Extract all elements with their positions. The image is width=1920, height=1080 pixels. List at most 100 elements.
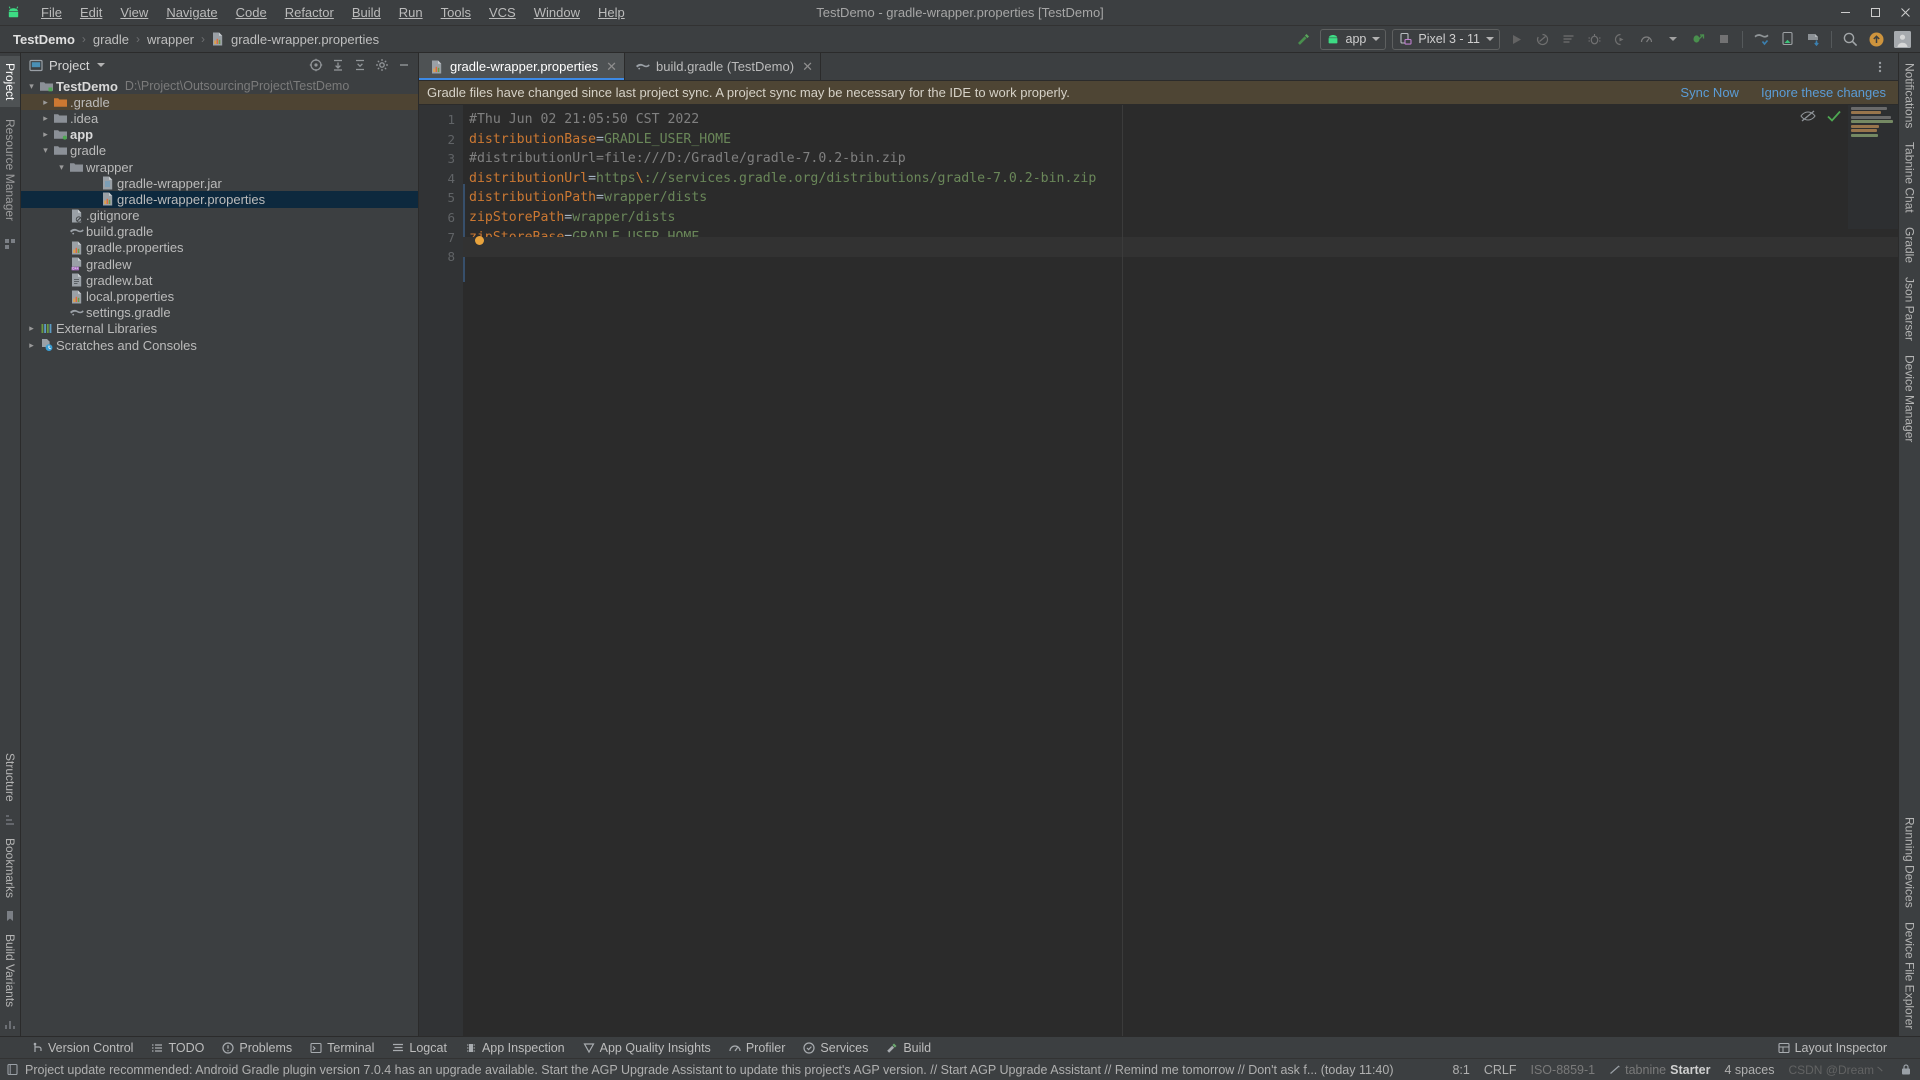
indent-setting[interactable]: 4 spaces [1724, 1063, 1774, 1077]
sidebar-item-json-parser[interactable]: Json Parser [1900, 270, 1920, 348]
menu-edit[interactable]: Edit [71, 2, 111, 23]
search-icon[interactable] [1838, 28, 1862, 50]
apply-code-changes-icon[interactable] [1556, 28, 1580, 50]
tree-node-scratches-and-consoles[interactable]: ▸ Scratches and Consoles [21, 337, 418, 353]
chevron-right-icon[interactable]: ▸ [39, 97, 52, 108]
status-message[interactable]: Project update recommended: Android Grad… [19, 1063, 1393, 1077]
tree-node-gradle-wrapper-jar[interactable]: gradle-wrapper.jar [21, 175, 418, 191]
tree-node-external-libraries[interactable]: ▸ External Libraries [21, 321, 418, 337]
sidebar-item-bookmarks[interactable]: Bookmarks [0, 831, 20, 905]
menu-window[interactable]: Window [525, 2, 589, 23]
editor-tab-gradle-wrapper-properties[interactable]: gradle-wrapper.properties ✕ [419, 53, 626, 80]
tree-node-gitignore[interactable]: .gitignore [21, 208, 418, 224]
main-menu[interactable]: File Edit View Navigate Code Refactor Bu… [32, 0, 634, 26]
bottom-tab-version-control[interactable]: Version Control [22, 1039, 142, 1057]
breadcrumb-item-wrapper[interactable]: wrapper [144, 31, 197, 48]
tree-node-testdemo[interactable]: ▾ TestDemo D:\Project\OutsourcingProject… [21, 78, 418, 94]
run-configuration-selector[interactable]: app [1319, 28, 1387, 50]
inspections-hidden-icon[interactable] [1800, 109, 1816, 123]
sdk-manager-icon[interactable] [1749, 28, 1773, 50]
bottom-tab-services[interactable]: Services [794, 1039, 877, 1057]
tabnine-status[interactable]: tabnine Starter [1609, 1063, 1710, 1077]
sidebar-item-notifications[interactable]: Notifications [1900, 56, 1920, 135]
code-content[interactable]: #Thu Jun 02 21:05:50 CST 2022 distributi… [463, 110, 1898, 247]
bottom-tab-logcat[interactable]: Logcat [383, 1039, 456, 1057]
sidebar-item-structure[interactable]: Structure [0, 746, 20, 809]
hammer-icon[interactable] [1292, 28, 1316, 50]
sidebar-item-running-devices[interactable]: Running Devices [1900, 810, 1920, 915]
profile-dropdown-icon[interactable] [1660, 28, 1684, 50]
minimize-button[interactable] [1830, 0, 1860, 26]
bottom-tab-app-quality-insights[interactable]: App Quality Insights [574, 1039, 720, 1057]
bottom-tab-terminal[interactable]: Terminal [301, 1039, 383, 1057]
menu-build[interactable]: Build [343, 2, 390, 23]
bottom-tab-app-inspection[interactable]: App Inspection [456, 1039, 574, 1057]
device-manager-rail-icon[interactable] [4, 233, 16, 255]
code-editor[interactable]: 1 2 3 4 5 6 7 8 #Thu Jun 02 21:05:50 CST… [419, 105, 1898, 1036]
close-icon[interactable]: ✕ [802, 59, 813, 75]
tree-node-build-gradle[interactable]: build.gradle [21, 224, 418, 240]
sidebar-item-gradle[interactable]: Gradle [1900, 220, 1920, 270]
editor-tab-build-gradle[interactable]: build.gradle (TestDemo) ✕ [625, 53, 821, 80]
run-with-coverage-icon[interactable] [1608, 28, 1632, 50]
settings-icon[interactable] [371, 55, 392, 75]
menu-refactor[interactable]: Refactor [276, 2, 343, 23]
bottom-tab-profiler[interactable]: Profiler [720, 1039, 795, 1057]
code-text-column[interactable]: #Thu Jun 02 21:05:50 CST 2022 distributi… [463, 105, 1898, 1036]
profile-icon[interactable] [1634, 28, 1658, 50]
bottom-tab-build[interactable]: Build [877, 1039, 940, 1057]
sidebar-item-resource-manager[interactable]: Resource Manager [0, 112, 20, 228]
tree-node-gradlew-bat[interactable]: gradlew.bat [21, 272, 418, 288]
line-separator[interactable]: CRLF [1484, 1063, 1517, 1077]
menu-code[interactable]: Code [227, 2, 276, 23]
sync-gradle-icon[interactable] [1801, 28, 1825, 50]
menu-run[interactable]: Run [390, 2, 432, 23]
tree-node-gradlew[interactable]: C++ gradlew [21, 256, 418, 272]
event-log-icon[interactable] [6, 1063, 19, 1076]
menu-view[interactable]: View [111, 2, 157, 23]
menu-tools[interactable]: Tools [432, 2, 480, 23]
attach-debugger-icon[interactable] [1686, 28, 1710, 50]
code-minimap[interactable] [1848, 105, 1898, 229]
close-button[interactable] [1890, 0, 1920, 26]
chevron-right-icon[interactable]: ▸ [39, 113, 52, 124]
breadcrumb-item-file[interactable]: gradle-wrapper.properties [228, 31, 382, 48]
menu-navigate[interactable]: Navigate [157, 2, 226, 23]
tree-node-app[interactable]: ▸ app [21, 127, 418, 143]
avd-manager-icon[interactable] [1775, 28, 1799, 50]
tree-node-wrapper[interactable]: ▾ wrapper [21, 159, 418, 175]
read-only-icon[interactable] [1900, 1063, 1912, 1076]
select-opened-file-icon[interactable] [305, 55, 326, 75]
sidebar-item-device-manager[interactable]: Device Manager [1900, 348, 1920, 449]
sidebar-item-device-file-explorer[interactable]: Device File Explorer [1900, 915, 1920, 1036]
tree-node-gradle-properties[interactable]: gradle.properties [21, 240, 418, 256]
maximize-button[interactable] [1860, 0, 1890, 26]
chevron-right-icon[interactable]: ▸ [25, 323, 38, 334]
collapse-all-icon[interactable] [349, 55, 370, 75]
bottom-tab-layout-inspector[interactable]: Layout Inspector [1769, 1039, 1896, 1057]
hide-icon[interactable] [393, 55, 414, 75]
tree-node-dot-idea[interactable]: ▸ .idea [21, 110, 418, 126]
stop-icon[interactable] [1712, 28, 1736, 50]
apply-changes-icon[interactable] [1530, 28, 1554, 50]
user-avatar-icon[interactable] [1890, 28, 1914, 50]
chevron-down-icon[interactable]: ▾ [39, 145, 52, 156]
tree-node-local-properties[interactable]: local.properties [21, 288, 418, 304]
more-options-icon[interactable] [1868, 56, 1892, 78]
ignore-changes-link[interactable]: Ignore these changes [1761, 85, 1886, 100]
bottom-tab-problems[interactable]: Problems [213, 1039, 301, 1057]
menu-file[interactable]: File [32, 2, 71, 23]
device-selector[interactable]: Pixel 3 - 11 [1392, 28, 1500, 50]
update-available-icon[interactable] [1864, 28, 1888, 50]
menu-vcs[interactable]: VCS [480, 2, 525, 23]
chevron-down-icon[interactable] [97, 63, 106, 67]
sync-now-link[interactable]: Sync Now [1680, 85, 1739, 100]
sidebar-item-build-variants[interactable]: Build Variants [0, 927, 20, 1014]
file-encoding[interactable]: ISO-8859-1 [1531, 1063, 1596, 1077]
caret-position[interactable]: 8:1 [1452, 1063, 1469, 1077]
chevron-down-icon[interactable]: ▾ [25, 81, 38, 92]
breadcrumb-item-gradle[interactable]: gradle [90, 31, 132, 48]
chevron-right-icon[interactable]: ▸ [39, 129, 52, 140]
chevron-down-icon[interactable]: ▾ [55, 162, 68, 173]
debug-icon[interactable] [1582, 28, 1606, 50]
